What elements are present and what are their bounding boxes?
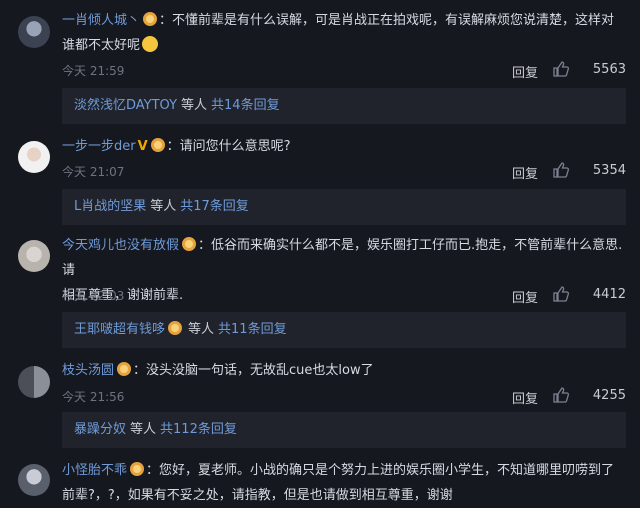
fan-badge-icon	[182, 237, 197, 251]
reply-mid: 等人	[130, 422, 157, 437]
reply-mid: 等人	[188, 322, 215, 337]
reply-mid: 等人	[181, 98, 208, 113]
thumbs-up-icon[interactable]	[552, 386, 570, 404]
fan-badge-icon	[150, 138, 165, 152]
thumbs-up-icon[interactable]	[552, 285, 570, 303]
reply-count-link[interactable]: 共11条回复	[218, 322, 287, 337]
reply-button[interactable]: 回复	[512, 62, 538, 81]
comment-text: ：请问您什么意思呢?	[166, 139, 291, 154]
comment-username[interactable]: 枝头汤圆	[62, 363, 114, 378]
comment-username[interactable]: 一步一步der	[62, 139, 136, 154]
reply-user[interactable]: L肖战的坚果	[74, 199, 146, 214]
comment-time: 今天 21:56	[62, 390, 125, 404]
comment-text: ：没头没脑一句话，无故乱cue也太low了	[133, 363, 374, 378]
like-count: 5354	[592, 163, 626, 178]
like-count: 5563	[592, 62, 626, 77]
comment-text: 谁都不太好呢	[62, 38, 141, 53]
reply-summary[interactable]: 淡然浅忆DAYTOY 等人 共14条回复	[62, 88, 626, 124]
reply-button[interactable]: 回复	[512, 388, 538, 407]
reply-summary[interactable]: 暴躁分奴 等人 共112条回复	[62, 412, 626, 448]
comment-text: ：您好，夏老师。小战的确只是个努力上进的娱乐圈小学生，不知道哪里叨唠到了	[146, 463, 615, 478]
like-count: 4412	[592, 287, 626, 302]
thumbs-up-icon[interactable]	[552, 60, 570, 78]
comment-username[interactable]: 一肖倾人城丶	[62, 13, 140, 28]
avatar[interactable]	[18, 464, 50, 496]
reply-mid: 等人	[150, 199, 177, 214]
comment-text: ：不懂前辈是有什么误解，可是肖战正在拍戏呢，有误解麻烦您说清楚，这样对	[159, 13, 615, 28]
comment-time: 今天 22:03	[62, 289, 125, 303]
reply-count-link[interactable]: 共14条回复	[211, 98, 280, 113]
comment-meta: 今天 21:59 回复 5563	[62, 60, 626, 81]
reply-user[interactable]: 王耶啵超有钱哆	[74, 322, 165, 337]
comment-time: 今天 21:59	[62, 64, 125, 78]
thumbs-up-icon[interactable]	[552, 161, 570, 179]
fan-badge-icon	[130, 462, 145, 476]
comment-meta: 今天 21:56 回复 4255	[62, 386, 626, 407]
fan-badge-icon	[168, 321, 183, 335]
comment-body: 一肖倾人城丶 ：不懂前辈是有什么误解，可是肖战正在拍戏呢，有误解麻烦您说清楚，这样…	[62, 8, 626, 58]
smile-emoji-icon	[142, 36, 159, 52]
reply-button[interactable]: 回复	[512, 163, 538, 182]
like-count: 4255	[592, 388, 626, 403]
avatar[interactable]	[18, 240, 50, 272]
avatar[interactable]	[18, 16, 50, 48]
comment-body: 枝头汤圆 ：没头没脑一句话，无故乱cue也太low了	[62, 358, 626, 383]
comment-username[interactable]: 今天鸡儿也没有放假	[62, 238, 179, 253]
avatar[interactable]	[18, 141, 50, 173]
comment-meta: 今天 22:03 回复 4412	[62, 285, 626, 306]
reply-user[interactable]: 暴躁分奴	[74, 422, 126, 437]
reply-button[interactable]: 回复	[512, 287, 538, 306]
comment-time: 今天 21:07	[62, 165, 125, 179]
reply-summary[interactable]: 王耶啵超有钱哆 等人 共11条回复	[62, 312, 626, 348]
avatar[interactable]	[18, 366, 50, 398]
reply-count-link[interactable]: 共112条回复	[160, 422, 237, 437]
reply-user[interactable]: 淡然浅忆DAYTOY	[74, 98, 177, 113]
reply-count-link[interactable]: 共17条回复	[180, 199, 249, 214]
fan-badge-icon	[117, 362, 132, 376]
comment-body: 小怪胎不乖 ：您好，夏老师。小战的确只是个努力上进的娱乐圈小学生，不知道哪里叨唠到…	[62, 458, 626, 508]
fan-badge-icon	[143, 12, 158, 26]
reply-summary[interactable]: L肖战的坚果 等人 共17条回复	[62, 189, 626, 225]
comment-body: 一步一步der V ：请问您什么意思呢?	[62, 134, 626, 159]
comment-meta: 今天 21:07 回复 5354	[62, 161, 626, 182]
verified-icon: V	[137, 139, 148, 154]
comment-username[interactable]: 小怪胎不乖	[62, 463, 127, 478]
